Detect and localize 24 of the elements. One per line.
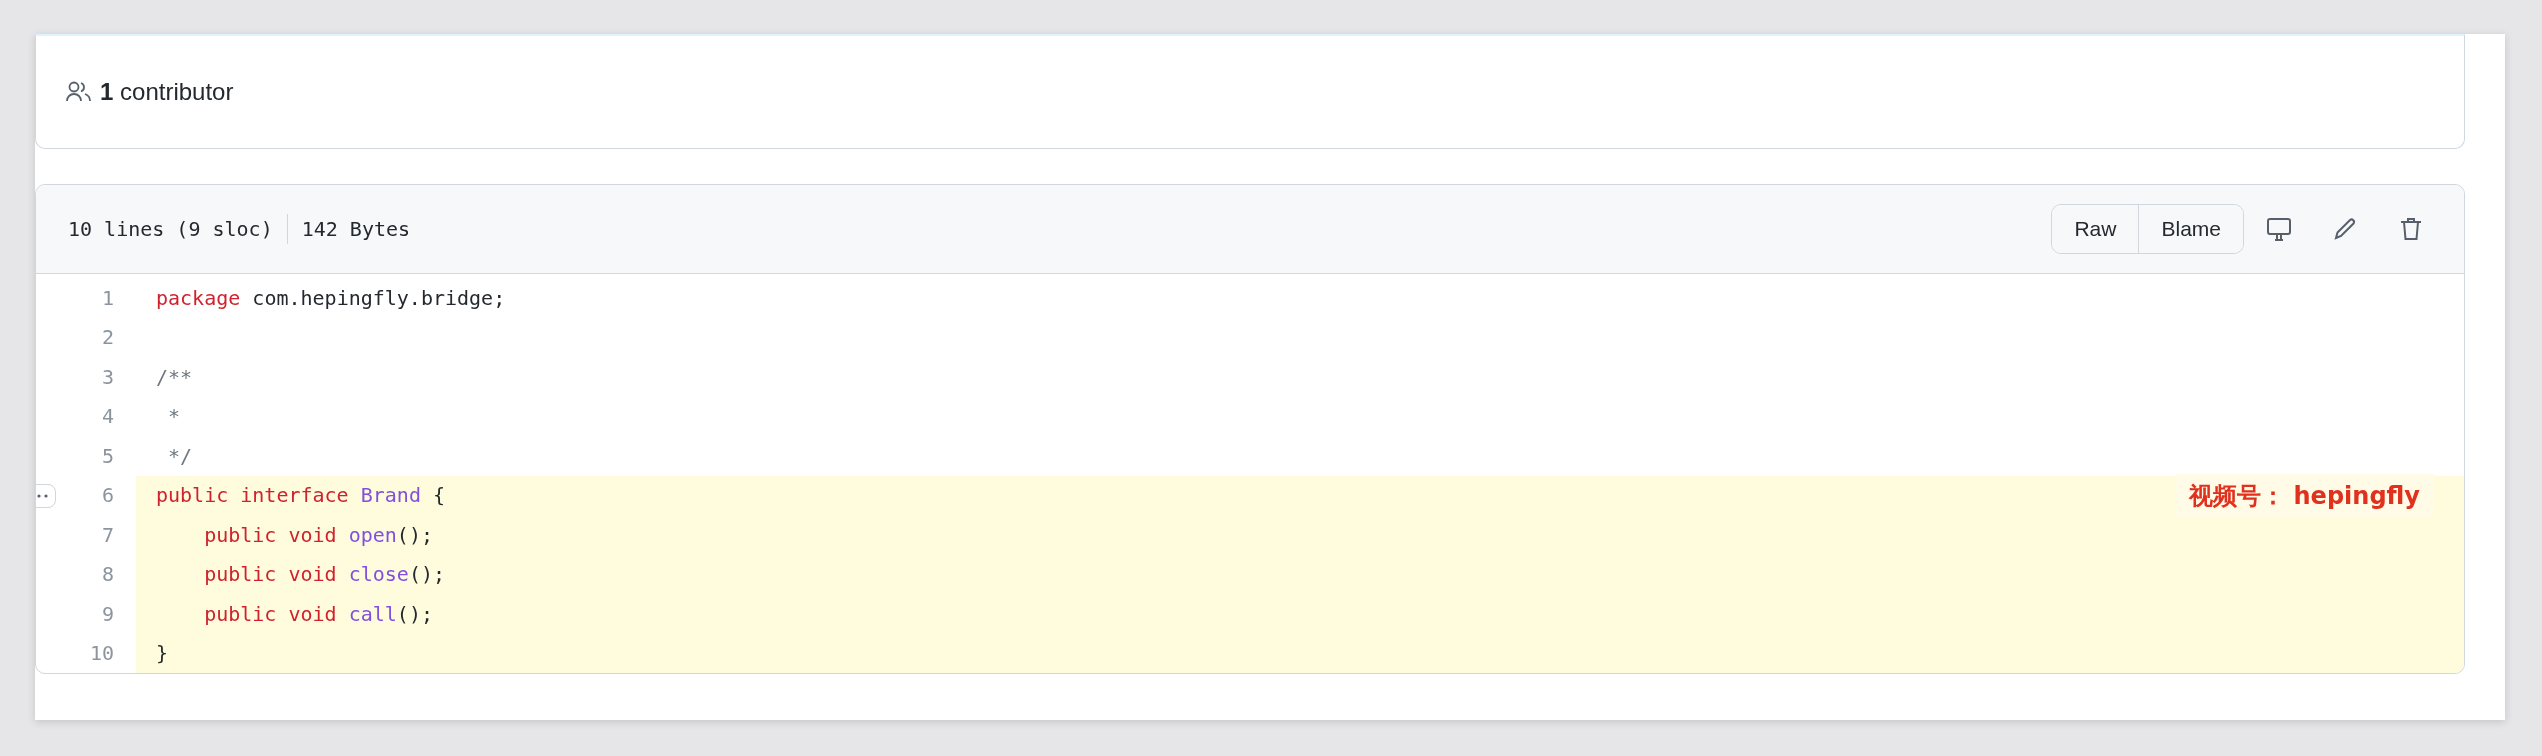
desktop-icon[interactable]: [2266, 216, 2292, 242]
line-number: 2: [101, 325, 114, 350]
line-number: 1: [101, 285, 114, 310]
line-number: 10: [89, 641, 114, 666]
line-number: 3: [101, 364, 114, 389]
line-number: 7: [101, 522, 114, 547]
line-number: 4: [101, 404, 114, 429]
code-line: package com.hepingfly.bridge;: [155, 284, 507, 312]
contributor-count[interactable]: 1 contributor: [100, 78, 234, 106]
trash-icon[interactable]: [2398, 216, 2424, 242]
code-line: /**: [155, 363, 194, 391]
line-number: 6: [101, 483, 114, 508]
line-number: 5: [101, 443, 114, 468]
line-number: 8: [101, 562, 114, 587]
toolbar-button[interactable]: Blame: [2138, 205, 2243, 253]
channel-annotation: 视频号： hepingfly: [2175, 473, 2434, 518]
people-icon: [66, 81, 92, 103]
line-count: 10 lines (9 sloc): [68, 217, 273, 241]
pencil-icon[interactable]: [2332, 216, 2358, 242]
file-size: 142 Bytes: [301, 217, 411, 241]
dots-icon: [37, 493, 49, 498]
line-number: 9: [101, 601, 114, 626]
code-line: *: [167, 403, 182, 431]
code-line: */: [167, 442, 194, 470]
